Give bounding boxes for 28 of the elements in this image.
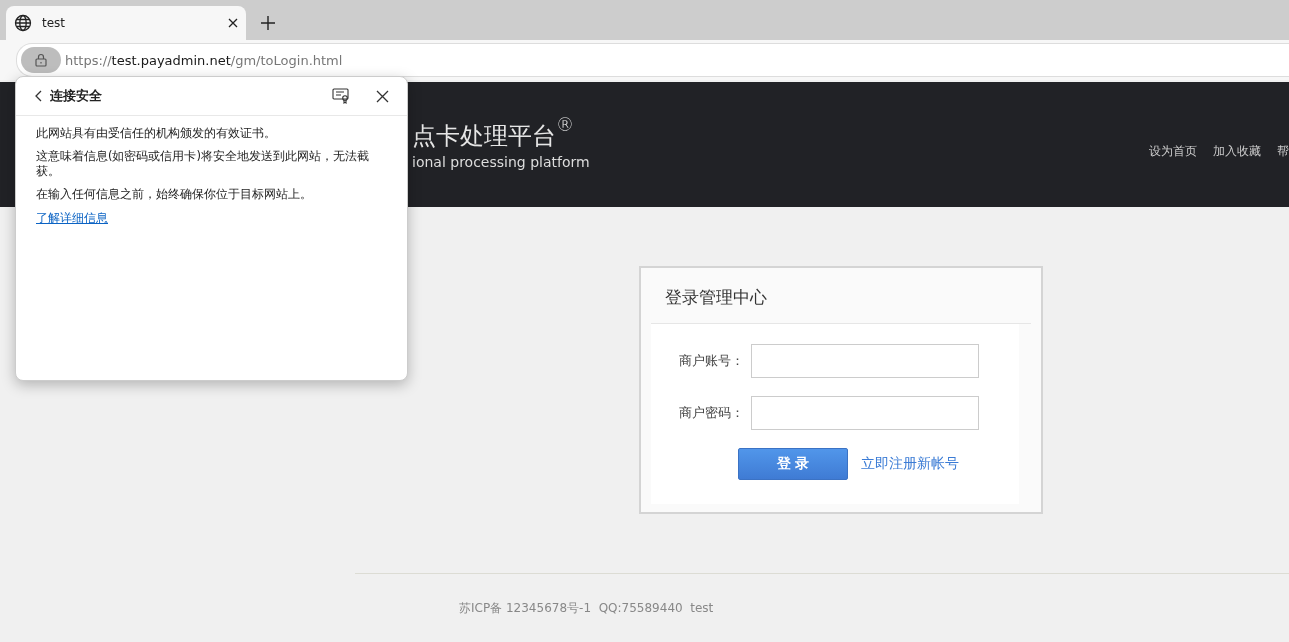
tab-title: test xyxy=(42,16,67,30)
back-icon[interactable] xyxy=(34,90,42,102)
nav-link[interactable]: 帮 xyxy=(1277,143,1289,160)
field-label: 商户账号： xyxy=(679,352,745,370)
url-text: https://test.payadmin.net/gm/toLogin.html xyxy=(65,52,343,68)
field-label: 商户密码： xyxy=(679,404,745,422)
close-icon[interactable] xyxy=(376,89,389,103)
nav-link[interactable]: 加入收藏 xyxy=(1213,143,1261,160)
input-field[interactable] xyxy=(751,396,979,430)
nav-link[interactable]: 设为首页 xyxy=(1149,143,1197,160)
lock-icon[interactable] xyxy=(21,47,61,73)
globe-icon xyxy=(14,14,32,32)
close-tab-icon[interactable] xyxy=(228,18,238,28)
site-subtitle: ional processing platform xyxy=(412,153,591,170)
popup-title: 连接安全 xyxy=(50,87,103,105)
popup-text: 此网站具有由受信任的机构颁发的有效证书。 xyxy=(36,126,277,141)
popup-text: 这意味着信息(如密码或信用卡)将安全地发送到此网站，无法截获。 xyxy=(36,149,370,179)
new-tab-icon[interactable] xyxy=(260,15,276,31)
site-title: 点卡处理平台® xyxy=(412,119,575,152)
popup-text: 在输入任何信息之前，始终确保你位于目标网站上。 xyxy=(36,187,313,202)
browser-tab[interactable]: test xyxy=(6,6,246,40)
learn-more-link[interactable]: 了解详细信息 xyxy=(36,210,108,227)
input-field[interactable] xyxy=(751,344,979,378)
address-bar[interactable]: https://test.payadmin.net/gm/toLogin.html xyxy=(16,43,1289,77)
login-button[interactable]: 登 录 xyxy=(738,448,848,480)
register-link[interactable]: 立即注册新帐号 xyxy=(861,455,959,473)
certificate-icon[interactable] xyxy=(332,88,350,104)
footer-text: 苏ICP备 12345678号-1 QQ:75589440 test xyxy=(459,600,715,617)
